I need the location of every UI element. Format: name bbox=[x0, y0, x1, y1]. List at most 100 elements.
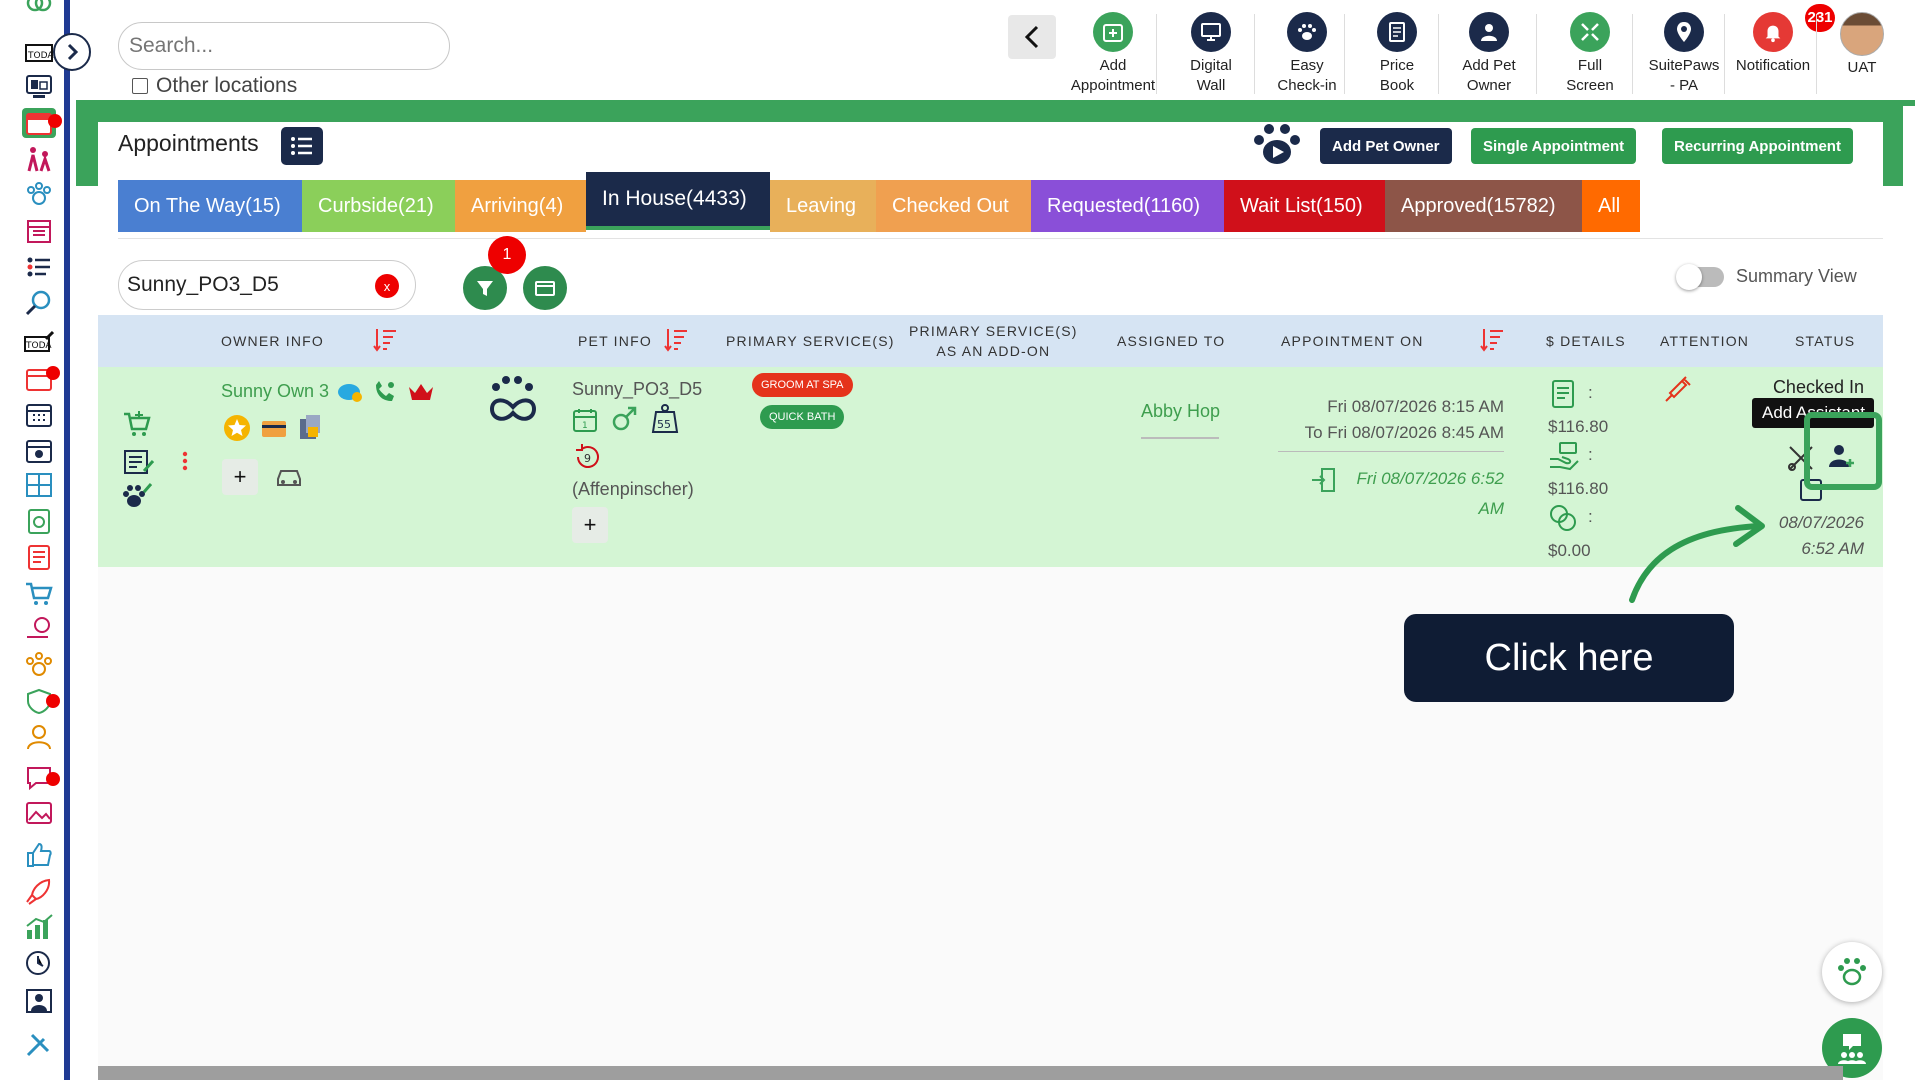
pet-weight-value: 55 bbox=[657, 418, 671, 431]
digital-wall-button[interactable]: Digital Wall bbox=[1165, 12, 1257, 96]
rocket-icon[interactable] bbox=[22, 876, 56, 906]
single-appointment-button[interactable]: Single Appointment bbox=[1471, 128, 1637, 164]
full-screen-button[interactable]: Full Screen bbox=[1544, 12, 1636, 96]
car-icon[interactable] bbox=[274, 465, 304, 489]
horizontal-scrollbar[interactable] bbox=[98, 1066, 1843, 1080]
tab-all[interactable]: All bbox=[1582, 180, 1640, 232]
sidebar-expand-button[interactable] bbox=[53, 33, 91, 71]
clock-settings-icon[interactable] bbox=[22, 948, 56, 978]
folder-button[interactable] bbox=[523, 266, 567, 310]
thumbs-up-icon[interactable] bbox=[22, 840, 56, 870]
calendar-grid-icon[interactable] bbox=[22, 400, 56, 430]
pet-calendar-icon[interactable]: 1 bbox=[572, 407, 598, 433]
paw-edit-icon[interactable] bbox=[122, 482, 152, 510]
shield-icon[interactable] bbox=[22, 686, 60, 716]
tab-curbside[interactable]: Curbside(21) bbox=[302, 180, 455, 232]
appointments-calendar-icon[interactable] bbox=[22, 108, 62, 138]
notes-edit-icon[interactable] bbox=[122, 447, 154, 477]
phone-paw-icon[interactable] bbox=[372, 379, 398, 405]
pet-search-icon[interactable] bbox=[22, 288, 56, 318]
toggle-switch[interactable] bbox=[1676, 263, 1724, 290]
paw-video-icon[interactable] bbox=[1251, 122, 1303, 168]
summary-view-toggle[interactable]: Summary View bbox=[1676, 263, 1857, 290]
add-pet-item-button[interactable]: + bbox=[572, 507, 608, 543]
hand-money-icon[interactable] bbox=[1548, 441, 1580, 471]
assigned-to-link[interactable]: Abby Hop bbox=[1141, 401, 1220, 422]
pet-name[interactable]: Sunny_PO3_D5 bbox=[572, 379, 702, 400]
coins-icon[interactable] bbox=[1548, 503, 1578, 533]
service-pill[interactable]: QUICK BATH bbox=[760, 405, 845, 429]
other-locations-checkbox[interactable]: Other locations bbox=[132, 74, 297, 98]
dashboard-monitor-icon[interactable] bbox=[22, 72, 56, 102]
user-icon[interactable] bbox=[22, 722, 56, 752]
tool-label: - PA bbox=[1669, 77, 1699, 94]
analytics-chart-icon[interactable] bbox=[22, 912, 56, 942]
global-search[interactable] bbox=[118, 22, 450, 70]
notification-button[interactable]: 231 Notification bbox=[1727, 4, 1835, 76]
tool-label: Screen bbox=[1566, 77, 1614, 94]
price-book-button[interactable]: Price Book bbox=[1351, 12, 1443, 96]
tab-wait-list[interactable]: Wait List(150) bbox=[1224, 180, 1385, 232]
add-owner-item-button[interactable]: + bbox=[222, 459, 258, 495]
service-pill[interactable]: GROOM AT SPA bbox=[752, 373, 853, 397]
gallery-icon[interactable] bbox=[22, 798, 56, 828]
tab-in-house[interactable]: In House(4433) bbox=[586, 172, 770, 230]
calendar-red-icon[interactable] bbox=[22, 364, 60, 394]
syringe-icon[interactable] bbox=[1662, 375, 1692, 405]
tab-checked-out[interactable]: Checked Out bbox=[876, 180, 1031, 232]
paw-group-icon[interactable] bbox=[22, 650, 56, 680]
add-pet-owner-tool-button[interactable]: Add Pet Owner bbox=[1443, 12, 1535, 96]
tab-arriving[interactable]: Arriving(4) bbox=[455, 180, 586, 232]
store-icon[interactable] bbox=[22, 216, 56, 246]
sort-icon[interactable] bbox=[373, 327, 397, 353]
checklist-icon[interactable] bbox=[22, 506, 56, 536]
calendar-pet-icon[interactable] bbox=[22, 436, 56, 466]
recurring-appointment-button[interactable]: Recurring Appointment bbox=[1662, 128, 1853, 164]
logo-rings-icon[interactable] bbox=[22, 0, 56, 24]
invoice-icon[interactable] bbox=[1550, 379, 1576, 409]
kebab-menu-icon[interactable] bbox=[182, 451, 188, 471]
other-locations-label: Other locations bbox=[156, 74, 298, 97]
tab-requested[interactable]: Requested(1160) bbox=[1031, 180, 1224, 232]
report-icon[interactable] bbox=[22, 542, 56, 572]
list-view-button[interactable] bbox=[281, 127, 323, 165]
layout-grid-icon[interactable] bbox=[22, 470, 56, 500]
today-calendar-icon[interactable]: TODA bbox=[22, 38, 56, 68]
pet-filter-input[interactable]: Sunny_PO3_D5 x bbox=[118, 260, 416, 310]
pet-cart-icon[interactable] bbox=[22, 614, 56, 644]
cart-icon[interactable] bbox=[22, 578, 56, 608]
tab-leaving[interactable]: Leaving bbox=[770, 180, 876, 232]
list-icon[interactable] bbox=[22, 252, 56, 282]
user-menu-button[interactable]: UAT bbox=[1816, 12, 1908, 78]
team-icon[interactable] bbox=[22, 986, 56, 1016]
col-assigned-to: ASSIGNED TO bbox=[1117, 333, 1226, 349]
location-selector-button[interactable]: SuitePaws - PA bbox=[1638, 12, 1730, 96]
search-input[interactable] bbox=[129, 34, 439, 58]
grooming-people-icon[interactable] bbox=[22, 144, 56, 174]
documents-icon[interactable] bbox=[296, 413, 324, 441]
add-pet-owner-button[interactable]: Add Pet Owner bbox=[1320, 128, 1452, 164]
tab-on-the-way[interactable]: On The Way(15) bbox=[118, 180, 302, 232]
today-edit-icon[interactable]: TODA bbox=[22, 328, 56, 358]
add-appointment-button[interactable]: Add Appointment bbox=[1067, 12, 1159, 96]
page-title: Appointments bbox=[118, 130, 259, 156]
col-details: $ DETAILS bbox=[1546, 333, 1626, 349]
owner-name-link[interactable]: Sunny Own 3 bbox=[221, 381, 329, 402]
paw-float-button[interactable] bbox=[1822, 942, 1882, 1002]
sort-icon[interactable] bbox=[1480, 327, 1504, 353]
monitor-icon bbox=[1191, 12, 1231, 52]
checkbox-icon[interactable] bbox=[132, 78, 148, 94]
sort-icon[interactable] bbox=[664, 327, 688, 353]
cart-add-icon[interactable] bbox=[122, 409, 152, 439]
chat-bubble-icon[interactable] bbox=[336, 381, 364, 405]
easy-checkin-button[interactable]: Easy Check-in bbox=[1261, 12, 1353, 96]
clear-filter-icon[interactable]: x bbox=[375, 274, 399, 298]
chat-icon[interactable] bbox=[22, 762, 60, 792]
table-row[interactable]: Sunny Own 3 + Sunny_PO3_D5 1 55 9 (Affen… bbox=[98, 367, 1883, 567]
highlight-box bbox=[1804, 412, 1882, 490]
paw-services-icon[interactable] bbox=[22, 180, 56, 210]
back-button[interactable] bbox=[1008, 15, 1056, 59]
credit-card-icon[interactable] bbox=[260, 419, 288, 439]
tools-icon[interactable] bbox=[22, 1030, 56, 1060]
tab-approved[interactable]: Approved(15782) bbox=[1385, 180, 1582, 232]
